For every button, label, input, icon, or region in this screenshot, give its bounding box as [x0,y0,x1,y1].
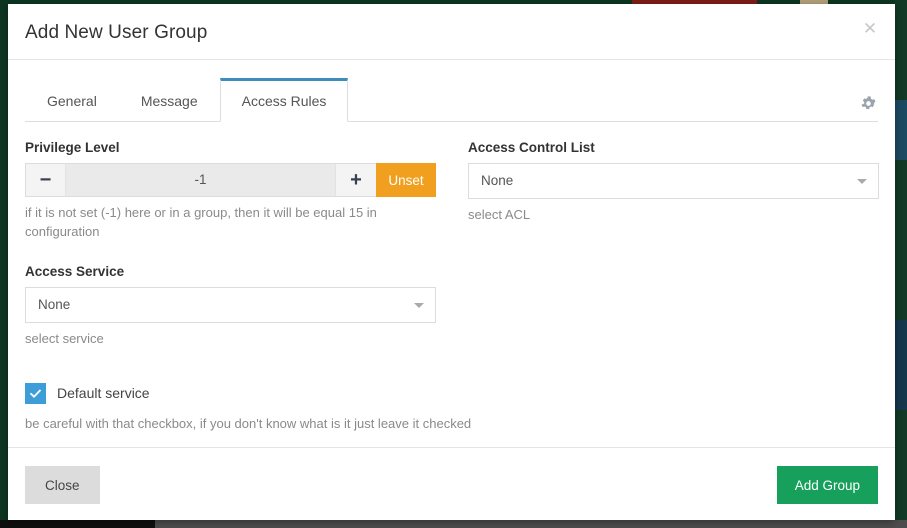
access-service-select[interactable]: None [25,287,436,324]
privilege-level-help: if it is not set (-1) here or in a group… [25,205,377,240]
tab-bar: General Message Access Rules [25,77,878,122]
dialog-header: Add New User Group ✕ [8,4,895,60]
minus-icon: − [39,169,52,192]
form-row-1: Privilege Level − + Unset if it is not s… [25,140,879,242]
access-control-list-value: None [481,173,514,189]
close-button[interactable]: Close [25,466,100,504]
access-service-value: None [38,297,71,313]
chevron-down-icon [857,179,867,185]
access-control-list-group: Access Control List None select ACL [468,140,879,242]
settings-button[interactable] [861,96,876,111]
privilege-level-input[interactable] [65,163,336,198]
dialog-body: General Message Access Rules Privilege L… [8,60,895,447]
background-taskbar-start [0,520,155,528]
add-user-group-dialog: Add New User Group ✕ General Message Acc… [8,4,895,520]
access-control-list-help: select ACL [468,207,531,223]
default-service-help: be careful with that checkbox, if you do… [25,415,472,431]
chevron-down-icon [414,303,424,309]
access-rules-form: Privilege Level − + Unset if it is not s… [8,122,895,431]
check-icon [30,389,41,398]
access-service-help: select service [25,331,104,347]
background-right-column [895,0,907,520]
privilege-increment-button[interactable]: + [336,163,376,198]
default-service-row: Default service [25,382,878,404]
tab-access-rules[interactable]: Access Rules [219,78,349,122]
background-right-panel-lower [895,320,907,410]
background-right-panel-upper [895,100,907,160]
tab-general[interactable]: General [25,79,119,122]
privilege-level-label: Privilege Level [25,140,120,155]
access-control-list-select[interactable]: None [468,163,879,200]
dialog-footer: Close Add Group [8,447,895,520]
tab-message[interactable]: Message [119,79,220,122]
access-control-list-label: Access Control List [468,140,595,155]
privilege-decrement-button[interactable]: − [25,163,65,198]
access-service-group: Access Service None select service [25,264,878,349]
default-service-checkbox[interactable] [25,382,46,404]
background-left-column [0,8,8,520]
plus-icon: + [350,169,362,192]
close-icon[interactable]: ✕ [859,18,881,40]
default-service-label: Default service [57,385,150,402]
privilege-unset-button[interactable]: Unset [376,163,436,198]
privilege-level-group: Privilege Level − + Unset if it is not s… [25,140,436,242]
dialog-title: Add New User Group [25,22,208,43]
access-service-label: Access Service [25,263,125,279]
privilege-level-stepper: − + Unset [25,163,436,198]
gear-icon [861,96,876,114]
add-group-button[interactable]: Add Group [776,466,878,504]
